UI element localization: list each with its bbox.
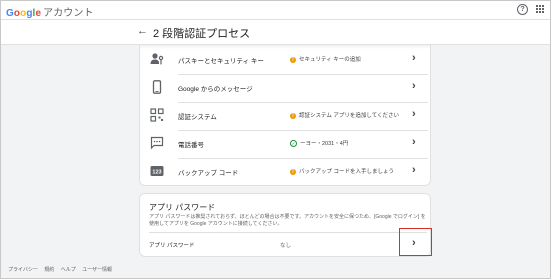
browser-frame: Google アカウント ? ← 2 段階認証プロセス パスキーとセキュリティ キ… <box>0 0 551 279</box>
page-title: 2 段階認証プロセス <box>153 28 251 40</box>
warning-icon: ! <box>290 56 296 63</box>
svg-text:123: 123 <box>152 169 161 175</box>
method-label: 電話番号 <box>178 142 204 149</box>
person-key-icon <box>150 53 164 65</box>
qr-grid-icon <box>150 108 164 122</box>
check-circle-icon: ✓ <box>290 140 297 148</box>
status-text: セキュリティ キーの追加 <box>299 57 361 63</box>
apps-grid-icon[interactable] <box>536 5 544 13</box>
sms-icon <box>150 136 164 150</box>
app-passwords-row-value: なし <box>280 243 292 249</box>
section-title: アプリ パスワード <box>149 203 216 212</box>
status-text: ーヨー・2031・4円 <box>300 141 349 147</box>
method-row-authenticator[interactable]: 認証システム ! 認証システム アプリを追加してください › <box>140 103 430 129</box>
chevron-right-icon: › <box>412 52 416 64</box>
row-divider <box>149 232 427 233</box>
footer-link[interactable]: ユーザー情報 <box>82 267 112 273</box>
backup-123-icon: 123 <box>150 166 164 176</box>
method-status: ✓ ーヨー・2031・4円 <box>290 139 349 148</box>
footer-links: プライバシー 規約 ヘルプ ユーザー情報 <box>8 266 117 273</box>
method-label: バックアップ コード <box>178 170 239 177</box>
phone-icon <box>152 80 162 94</box>
chevron-right-icon: › <box>412 136 416 148</box>
help-icon[interactable]: ? <box>517 4 528 15</box>
footer-link[interactable]: ヘルプ <box>61 267 76 273</box>
back-arrow-icon[interactable]: ← <box>137 25 148 37</box>
method-label: Google からのメッセージ <box>178 86 253 93</box>
method-status: ! セキュリティ キーの追加 <box>290 55 361 63</box>
app-passwords-row-label[interactable]: アプリ パスワード <box>149 241 195 249</box>
method-row-passkeys[interactable]: パスキーとセキュリティ キー ! セキュリティ キーの追加 › <box>140 47 430 73</box>
app-passwords-card: アプリ パスワード アプリ パスワードは推奨されておらず、ほとんどの場合は不要で… <box>139 193 431 257</box>
account-label: アカウント <box>43 8 94 19</box>
chevron-right-icon: › <box>412 108 416 120</box>
logo-letter: G <box>6 8 14 19</box>
method-label: パスキーとセキュリティ キー <box>178 58 264 65</box>
warning-icon: ! <box>290 112 296 119</box>
footer-link[interactable]: プライバシー <box>8 267 38 273</box>
method-status: ! 認証システム アプリを追加してください <box>290 111 399 119</box>
status-text: バックアップ コードを入手しましょう <box>299 169 395 175</box>
warning-icon: ! <box>290 168 296 175</box>
page-header: ← 2 段階認証プロセス <box>1 20 550 45</box>
footer-link[interactable]: 規約 <box>44 267 54 273</box>
chevron-right-icon: › <box>412 164 416 176</box>
method-label: 認証システム <box>178 114 217 121</box>
method-row-phone-number[interactable]: 電話番号 ✓ ーヨー・2031・4円 › <box>140 131 430 157</box>
method-status: ! バックアップ コードを入手しましょう <box>290 167 394 175</box>
section-description: アプリ パスワードは推奨されておらず、ほとんどの場合は不要です。アカウントを安全… <box>149 214 426 227</box>
logo-letter: e <box>35 8 42 19</box>
method-row-backup-codes[interactable]: 123 バックアップ コード ! バックアップ コードを入手しましょう › <box>140 159 430 185</box>
method-row-google-prompt[interactable]: Google からのメッセージ › <box>140 75 430 101</box>
chevron-right-icon: › <box>412 80 416 92</box>
second-step-methods-card: パスキーとセキュリティ キー ! セキュリティ キーの追加 › Google から… <box>139 45 431 186</box>
top-app-bar: Google アカウント ? <box>1 1 550 20</box>
annotation-highlight-box <box>399 228 432 256</box>
status-text: 認証システム アプリを追加してください <box>299 113 400 119</box>
google-account-logo[interactable]: Google アカウント <box>6 4 94 19</box>
